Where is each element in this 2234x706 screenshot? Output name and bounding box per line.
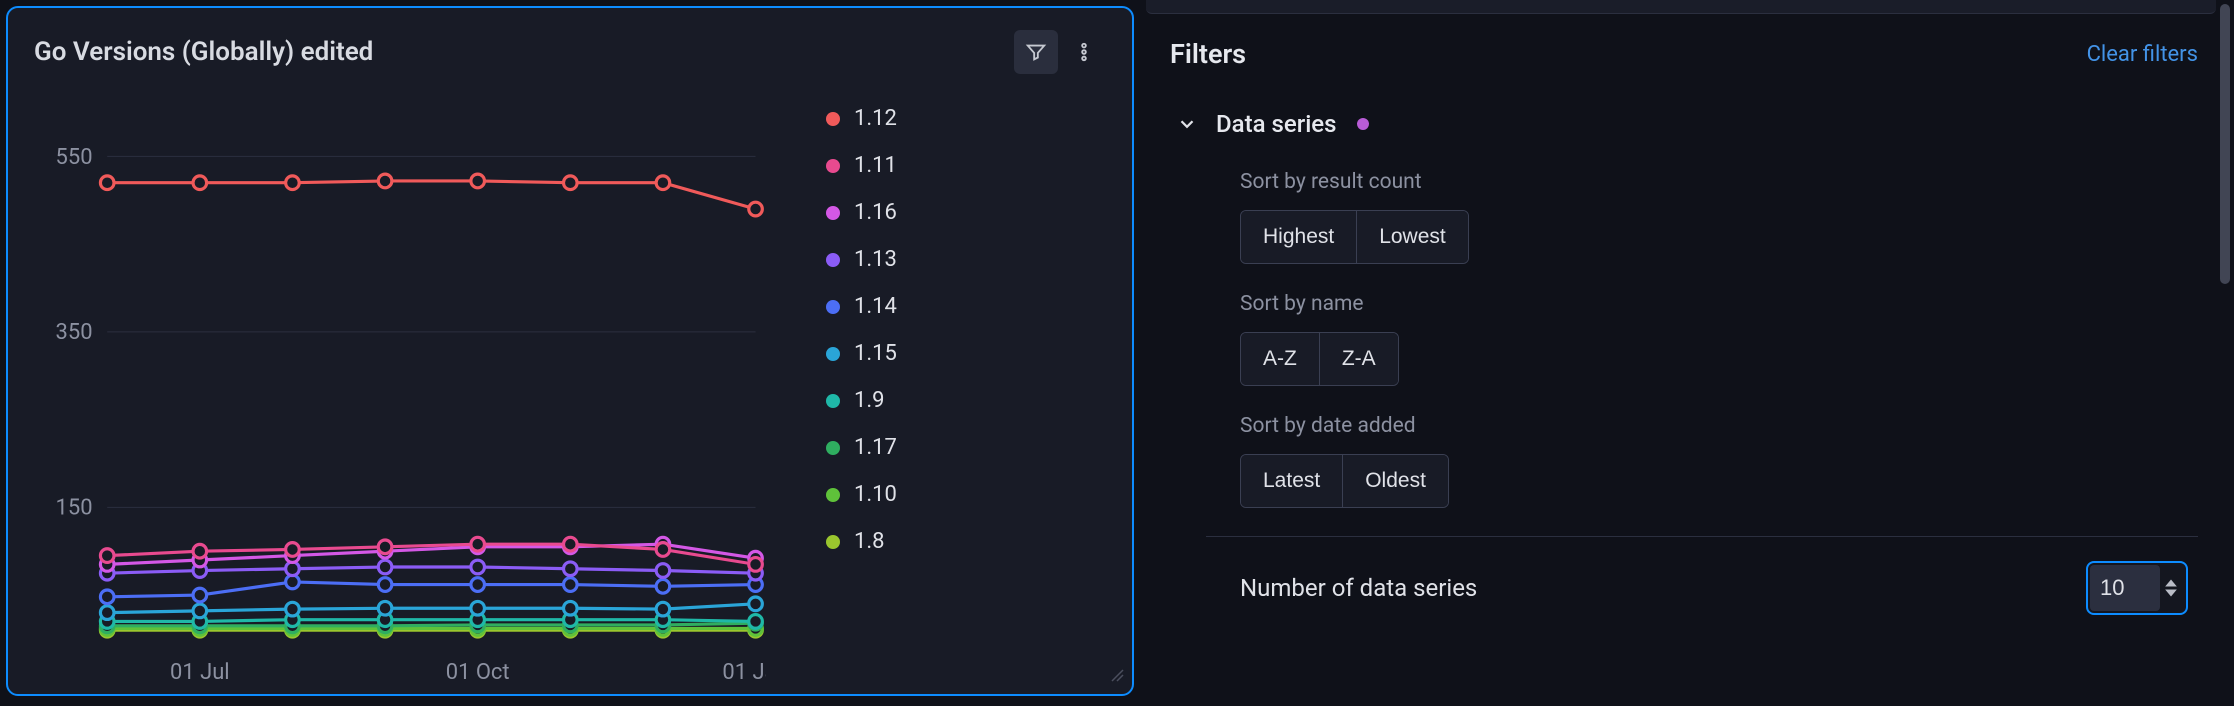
sort-result-group: Sort by result count Highest Lowest [1240, 170, 2198, 264]
resize-handle-icon[interactable] [1108, 666, 1124, 686]
sort-highest-button[interactable]: Highest [1241, 211, 1356, 263]
stepper-up-icon [2164, 578, 2178, 588]
panel-divider-top [1146, 0, 2216, 14]
legend-item[interactable]: 1.10 [826, 482, 1106, 507]
sort-oldest-button[interactable]: Oldest [1342, 455, 1448, 507]
svg-text:01 Jul: 01 Jul [170, 660, 230, 685]
more-menu-button[interactable] [1062, 30, 1106, 74]
legend-label: 1.14 [854, 294, 897, 319]
legend-dot-icon [826, 535, 840, 549]
legend-dot-icon [826, 300, 840, 314]
sort-name-group: Sort by name A-Z Z-A [1240, 292, 2198, 386]
chart-toolbar [1014, 30, 1106, 74]
funnel-icon [1025, 41, 1047, 63]
legend-label: 1.11 [854, 153, 897, 178]
legend-dot-icon [826, 206, 840, 220]
legend-dot-icon [826, 253, 840, 267]
legend-item[interactable]: 1.16 [826, 200, 1106, 225]
legend-item[interactable]: 1.13 [826, 247, 1106, 272]
sort-date-group: Sort by date added Latest Oldest [1240, 414, 2198, 508]
sort-name-label: Sort by name [1240, 292, 2198, 316]
kebab-icon [1073, 41, 1095, 63]
legend-dot-icon [826, 441, 840, 455]
legend-label: 1.10 [854, 482, 897, 507]
chart-legend: 1.12 1.11 1.16 1.13 1.14 1.15 1.9 1.17 1.10 1.8 [766, 102, 1106, 692]
sort-result-buttons: Highest Lowest [1240, 210, 1469, 264]
chevron-down-icon [1176, 113, 1198, 135]
num-series-row: Number of data series [1240, 561, 2198, 615]
legend-item[interactable]: 1.17 [826, 435, 1106, 460]
sort-result-label: Sort by result count [1240, 170, 2198, 194]
svg-text:01 Oct: 01 Oct [446, 660, 510, 685]
svg-text:550: 550 [56, 145, 93, 170]
legend-label: 1.12 [854, 106, 897, 131]
chart-title: Go Versions (Globally) edited [34, 37, 373, 67]
stepper-down-icon [2164, 588, 2178, 598]
legend-item[interactable]: 1.11 [826, 153, 1106, 178]
num-series-input[interactable] [2090, 565, 2160, 611]
legend-label: 1.9 [854, 388, 885, 413]
section-divider [1206, 536, 2198, 537]
data-series-label: Data series [1216, 110, 1337, 138]
chart-svg: 150 350 550 01 Jul 01 Oct 01 Jan [34, 102, 766, 692]
legend-label: 1.15 [854, 341, 897, 366]
legend-item[interactable]: 1.8 [826, 529, 1106, 554]
num-series-stepper[interactable] [2160, 578, 2184, 598]
filters-panel: Filters Clear filters Data series Sort b… [1140, 0, 2234, 706]
sort-az-button[interactable]: A-Z [1241, 333, 1319, 385]
legend-dot-icon [826, 488, 840, 502]
scrollbar-thumb[interactable] [2220, 4, 2230, 284]
chart-panel: Go Versions (Globally) edited 150 350 550 0… [6, 6, 1134, 696]
num-series-label: Number of data series [1240, 574, 1477, 602]
sort-latest-button[interactable]: Latest [1241, 455, 1342, 507]
legend-dot-icon [826, 347, 840, 361]
filters-title: Filters [1170, 38, 1246, 70]
legend-label: 1.8 [854, 529, 885, 554]
filter-icon-button[interactable] [1014, 30, 1058, 74]
sort-name-buttons: A-Z Z-A [1240, 332, 1399, 386]
filters-header: Filters Clear filters [1170, 38, 2198, 70]
sort-date-buttons: Latest Oldest [1240, 454, 1449, 508]
legend-item[interactable]: 1.14 [826, 294, 1106, 319]
legend-item[interactable]: 1.12 [826, 106, 1106, 131]
plot-area: 150 350 550 01 Jul 01 Oct 01 Jan [34, 102, 766, 692]
legend-dot-icon [826, 394, 840, 408]
sort-date-label: Sort by date added [1240, 414, 2198, 438]
sort-lowest-button[interactable]: Lowest [1356, 211, 1468, 263]
legend-item[interactable]: 1.15 [826, 341, 1106, 366]
svg-text:150: 150 [56, 496, 93, 521]
data-series-toggle[interactable]: Data series [1176, 110, 2198, 138]
legend-dot-icon [826, 112, 840, 126]
legend-label: 1.17 [854, 435, 897, 460]
chart-body: 150 350 550 01 Jul 01 Oct 01 Jan 1.12 1.11 1.16… [34, 102, 1106, 692]
svg-text:01 Jan: 01 Jan [722, 660, 766, 685]
sort-za-button[interactable]: Z-A [1319, 333, 1398, 385]
data-series-section: Data series Sort by result count Highest… [1176, 110, 2198, 615]
legend-item[interactable]: 1.9 [826, 388, 1106, 413]
scrollbar[interactable] [2220, 2, 2230, 702]
num-series-input-wrap [2086, 561, 2188, 615]
chart-header: Go Versions (Globally) edited [34, 30, 1106, 74]
clear-filters-link[interactable]: Clear filters [2087, 42, 2198, 67]
legend-label: 1.16 [854, 200, 897, 225]
legend-label: 1.13 [854, 247, 897, 272]
svg-text:350: 350 [56, 320, 93, 345]
legend-dot-icon [826, 159, 840, 173]
active-filter-indicator-icon [1357, 118, 1369, 130]
